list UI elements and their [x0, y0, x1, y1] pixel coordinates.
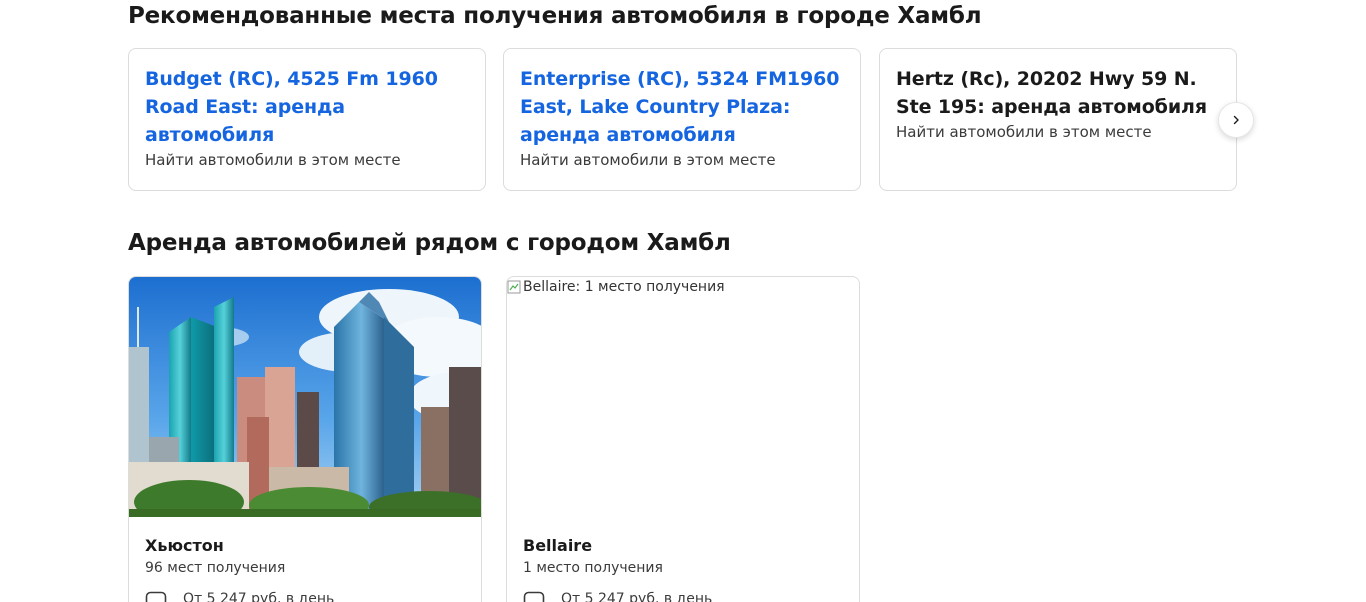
location-card-title[interactable]: Enterprise (RC), 5324 FM1960 East, Lake … — [520, 65, 844, 149]
image-alt-text: Bellaire: 1 место получения — [523, 279, 725, 295]
city-image-bellaire: Bellaire: 1 место получения — [507, 277, 859, 517]
city-name: Bellaire — [523, 536, 593, 555]
car-icon — [523, 591, 545, 602]
location-card-subtitle: Найти автомобили в этом месте — [520, 151, 776, 169]
city-price-row: От 5 247 руб. в день — [523, 591, 843, 602]
city-pickup-count: 96 мест получения — [145, 560, 286, 576]
featured-section-title: Рекомендованные места получения автомоби… — [128, 3, 982, 29]
location-card-subtitle: Найти автомобили в этом месте — [896, 123, 1152, 141]
city-image-houston — [129, 277, 481, 517]
city-pickup-count: 1 место получения — [523, 560, 663, 576]
houston-skyline-image — [129, 277, 481, 517]
city-price: От 5 247 руб. в день — [183, 591, 335, 602]
chevron-right-icon — [1233, 115, 1239, 125]
broken-image-icon — [507, 280, 521, 294]
location-card-subtitle: Найти автомобили в этом месте — [145, 151, 401, 169]
location-card-enterprise[interactable]: Enterprise (RC), 5324 FM1960 East, Lake … — [503, 48, 861, 191]
location-card-title[interactable]: Budget (RC), 4525 Fm 1960 Road East: аре… — [145, 65, 469, 149]
car-icon — [145, 591, 167, 602]
city-name: Хьюстон — [145, 536, 224, 555]
location-card-hertz[interactable]: Hertz (Rc), 20202 Hwy 59 N. Ste 195: аре… — [879, 48, 1237, 191]
broken-image-alt: Bellaire: 1 место получения — [507, 279, 725, 295]
city-price-row: От 5 247 руб. в день — [145, 591, 465, 602]
city-card-houston[interactable]: Хьюстон 96 мест получения От 5 247 руб. … — [128, 276, 482, 602]
carousel-next-button[interactable] — [1218, 102, 1254, 138]
city-price: От 5 247 руб. в день — [561, 591, 713, 602]
city-card-bellaire[interactable]: Bellaire: 1 место получения Bellaire 1 м… — [506, 276, 860, 602]
location-card-budget[interactable]: Budget (RC), 4525 Fm 1960 Road East: аре… — [128, 48, 486, 191]
location-card-title[interactable]: Hertz (Rc), 20202 Hwy 59 N. Ste 195: аре… — [896, 65, 1220, 121]
nearby-section-title: Аренда автомобилей рядом с городом Хамбл — [128, 230, 731, 256]
page: Рекомендованные места получения автомоби… — [0, 0, 1366, 602]
